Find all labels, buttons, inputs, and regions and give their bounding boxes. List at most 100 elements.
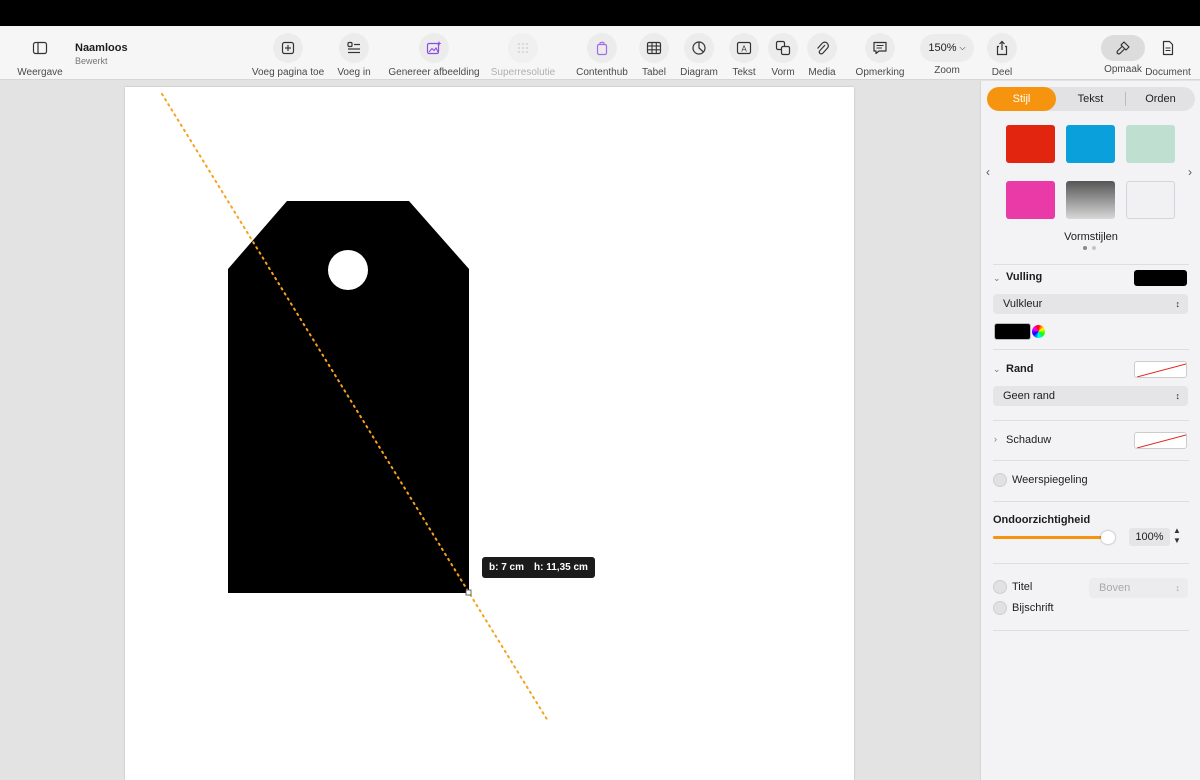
image-sparkle-icon — [419, 33, 449, 63]
document-button[interactable]: Document — [1144, 26, 1192, 80]
color-wheel-icon[interactable] — [1032, 325, 1045, 338]
fill-color-chip[interactable] — [1134, 270, 1187, 286]
shapes-icon — [768, 33, 798, 63]
title-position-select[interactable]: Boven ↕ — [1089, 578, 1188, 598]
up-down-chevron-icon: ↕ — [1175, 391, 1181, 401]
chevron-right-icon[interactable]: › — [994, 434, 997, 444]
dimension-tooltip: b: 7 cm h: 11,35 cm — [482, 557, 595, 578]
chevron-left-icon[interactable]: ‹ — [986, 165, 990, 179]
chevron-down-icon[interactable]: ⌄ — [993, 364, 1001, 375]
opacity-slider-knob[interactable] — [1101, 531, 1115, 544]
bag-icon — [587, 33, 617, 63]
generate-image-label: Genereer afbeelding — [388, 67, 480, 78]
zoom-select[interactable]: 150% ⌵ — [920, 34, 974, 62]
opacity-slider[interactable] — [993, 536, 1109, 539]
border-label[interactable]: Rand — [1006, 363, 1034, 375]
share-button[interactable]: Deel — [986, 26, 1018, 80]
caption-label: Bijschrift — [1012, 602, 1054, 614]
text-box-icon: A — [729, 33, 759, 63]
fill-type-value: Vulkleur — [1003, 298, 1043, 310]
tab-arrange[interactable]: Orden — [1126, 87, 1195, 111]
document-status: Bewerkt — [75, 56, 108, 66]
caption-checkbox[interactable] — [993, 601, 1007, 615]
title-checkbox[interactable] — [993, 580, 1007, 594]
style-swatch-light[interactable] — [1126, 181, 1175, 219]
add-page-label: Voeg pagina toe — [251, 67, 325, 78]
format-sidebar: Stijl Tekst Orden ‹ › Vormstijlen ⌄ Vull… — [980, 81, 1200, 780]
table-label: Tabel — [642, 67, 666, 78]
zoom-control[interactable]: 150% ⌵ Zoom — [920, 26, 974, 80]
style-swatch-red[interactable] — [1006, 125, 1055, 163]
no-color-slash-icon — [1136, 434, 1186, 448]
format-tabs: Stijl Tekst Orden — [987, 87, 1195, 111]
share-label: Deel — [991, 67, 1013, 78]
tooltip-width: b: 7 cm — [489, 562, 525, 573]
canvas-overlay — [161, 93, 549, 722]
menu-bar — [0, 0, 1200, 26]
title-label: Titel — [1012, 581, 1033, 593]
content-hub-label: Contenthub — [576, 67, 628, 78]
share-icon — [987, 33, 1017, 63]
document-title[interactable]: Naamloos — [75, 42, 128, 54]
shape-button[interactable]: Vorm — [767, 26, 799, 80]
comment-label: Opmerking — [855, 67, 905, 78]
opacity-slider-fill — [993, 536, 1109, 539]
style-swatch-pink[interactable] — [1006, 181, 1055, 219]
format-button[interactable]: Opmaak — [1100, 26, 1146, 80]
chart-button[interactable]: Diagram — [679, 26, 719, 80]
divider — [993, 460, 1189, 461]
generate-image-button[interactable]: Genereer afbeelding — [388, 26, 480, 80]
style-swatch-mint[interactable] — [1126, 125, 1175, 163]
zoom-value: 150% — [928, 42, 957, 54]
format-label: Opmaak — [1104, 64, 1142, 75]
divider — [993, 501, 1189, 502]
svg-text:A: A — [741, 45, 747, 54]
title-position-value: Boven — [1099, 582, 1131, 594]
table-button[interactable]: Tabel — [638, 26, 670, 80]
add-page-button[interactable]: Voeg pagina toe — [251, 26, 325, 80]
fill-color-well[interactable] — [994, 323, 1031, 340]
fill-label[interactable]: Vulling — [1006, 271, 1042, 283]
insert-button[interactable]: Voeg in — [334, 26, 374, 80]
tab-style[interactable]: Stijl — [987, 87, 1056, 111]
view-label: Weergave — [17, 67, 63, 78]
content-hub-button[interactable]: Contenthub — [574, 26, 630, 80]
insert-label: Voeg in — [337, 67, 371, 78]
comment-button[interactable]: Opmerking — [853, 26, 907, 80]
sidebar-icon — [25, 33, 55, 63]
border-type-select[interactable]: Geen rand ↕ — [993, 386, 1188, 406]
text-button[interactable]: A Tekst — [728, 26, 760, 80]
tooltip-height: h: 11,35 cm — [534, 562, 588, 573]
media-label: Media — [808, 67, 836, 78]
opacity-stepper[interactable]: ▲ ▼ — [1173, 526, 1181, 546]
style-swatch-blue[interactable] — [1066, 125, 1115, 163]
reflection-label: Weerspiegeling — [1012, 474, 1088, 486]
document-icon — [1153, 33, 1183, 63]
border-type-value: Geen rand — [1003, 390, 1055, 402]
media-button[interactable]: Media — [806, 26, 838, 80]
super-resolution-button[interactable]: Superresolutie — [490, 26, 556, 80]
tag-hole — [328, 250, 368, 290]
chart-label: Diagram — [680, 67, 718, 78]
view-button[interactable]: Weergave — [17, 26, 63, 80]
zoom-label: Zoom — [934, 65, 960, 76]
alignment-guide — [161, 93, 549, 722]
page-dots[interactable] — [1083, 246, 1096, 250]
grid-dots-icon — [508, 33, 538, 63]
fill-type-select[interactable]: Vulkleur ↕ — [993, 294, 1188, 314]
resize-handle[interactable] — [465, 589, 472, 596]
shadow-label[interactable]: Schaduw — [1006, 434, 1051, 446]
reflection-checkbox[interactable] — [993, 473, 1007, 487]
divider — [993, 630, 1189, 631]
chevron-right-icon[interactable]: › — [1188, 165, 1192, 179]
shape-label: Vorm — [771, 67, 795, 78]
shape-styles-label: Vormstijlen — [1064, 231, 1118, 243]
no-color-slash-icon — [1136, 363, 1186, 377]
border-none-chip[interactable] — [1134, 361, 1187, 378]
opacity-field[interactable]: 100% — [1129, 528, 1170, 546]
toolbar: Weergave Voeg pagina toe Voeg in Generee… — [0, 26, 1200, 80]
shadow-none-chip[interactable] — [1134, 432, 1187, 449]
tab-text[interactable]: Tekst — [1056, 87, 1125, 111]
style-swatch-gradient[interactable] — [1066, 181, 1115, 219]
chevron-down-icon[interactable]: ⌄ — [993, 273, 1001, 284]
